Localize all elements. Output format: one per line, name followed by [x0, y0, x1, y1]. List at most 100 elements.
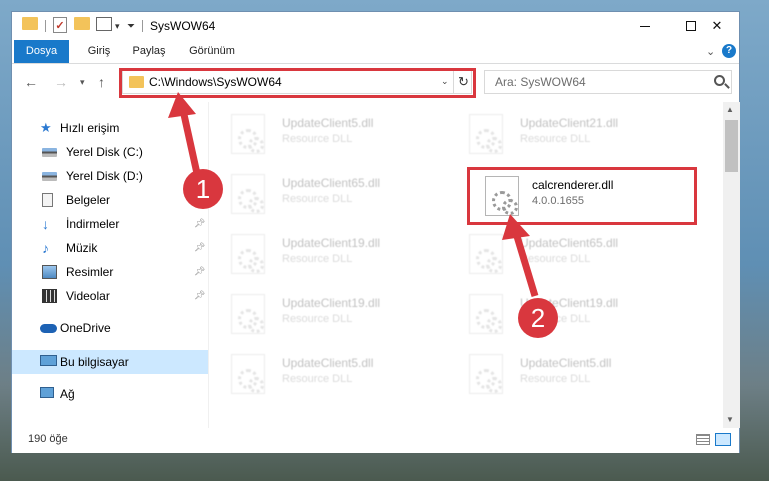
- recent-locations-icon[interactable]: ▾: [80, 77, 85, 88]
- scroll-up-icon[interactable]: ▲: [726, 105, 734, 114]
- close-button[interactable]: ✕: [694, 12, 740, 40]
- pictures-icon: [42, 265, 57, 279]
- file-item[interactable]: UpdateClient19.dll Resource DLL: [447, 288, 677, 340]
- dll-file-icon: [231, 234, 265, 274]
- nav-item-network[interactable]: Ağ: [12, 382, 208, 406]
- folder-icon: [129, 76, 144, 88]
- up-arrow-icon[interactable]: ↑: [98, 74, 105, 90]
- file-description: Resource DLL: [282, 253, 353, 265]
- pin-icon[interactable]: 📌︎: [194, 218, 205, 228]
- nav-label: Belgeler: [66, 193, 111, 207]
- file-item[interactable]: UpdateClient5.dll Resource DLL: [209, 108, 439, 160]
- close-icon: ✕: [711, 18, 723, 33]
- minimize-button[interactable]: [622, 12, 668, 40]
- step-badge-1: 1: [183, 169, 223, 209]
- minimize-icon: [640, 25, 650, 27]
- file-description: Resource DLL: [282, 313, 353, 325]
- address-history-icon[interactable]: ⌄: [441, 76, 449, 87]
- file-name: UpdateClient19.dll: [282, 296, 381, 310]
- nav-item-onedrive[interactable]: OneDrive: [12, 316, 208, 340]
- file-item[interactable]: UpdateClient19.dll Resource DLL: [209, 228, 439, 280]
- file-description: Resource DLL: [520, 133, 591, 145]
- nav-label: İndirmeler: [66, 217, 120, 231]
- nav-label: Yerel Disk (D:): [66, 169, 143, 183]
- forward-arrow-icon[interactable]: →: [54, 74, 68, 90]
- vertical-scrollbar[interactable]: ▲ ▼: [723, 102, 740, 428]
- refresh-icon[interactable]: ↻: [453, 71, 473, 93]
- details-view-icon[interactable]: [696, 434, 710, 445]
- nav-item-pictures[interactable]: Resimler 📌︎: [12, 260, 208, 284]
- nav-label: Müzik: [66, 241, 98, 255]
- nav-item-videos[interactable]: Videolar 📌︎: [12, 284, 208, 308]
- video-icon: [42, 289, 57, 303]
- nav-item-downloads[interactable]: ↓ İndirmeler 📌︎: [12, 212, 208, 236]
- nav-item-local-disk-c[interactable]: Yerel Disk (C:): [12, 140, 208, 164]
- nav-label: Videolar: [66, 289, 110, 303]
- back-arrow-icon[interactable]: ←: [24, 74, 38, 90]
- dll-file-icon: [469, 234, 503, 274]
- scrollbar-thumb[interactable]: [725, 120, 738, 172]
- new-folder-icon[interactable]: [74, 17, 90, 30]
- file-item[interactable]: UpdateClient65.dll Resource DLL: [447, 228, 677, 280]
- navigation-pane: ★ Hızlı erişim Yerel Disk (C:) Yerel Dis…: [12, 102, 208, 428]
- tab-home[interactable]: Giriş: [82, 40, 116, 63]
- file-item[interactable]: UpdateClient21.dll Resource DLL: [447, 108, 677, 160]
- file-description: Resource DLL: [282, 193, 353, 205]
- tab-file[interactable]: Dosya: [14, 40, 69, 63]
- cloud-icon: [40, 324, 57, 333]
- file-highlight-box: [467, 167, 697, 225]
- customize-toolbar-icon[interactable]: ⏷: [127, 17, 135, 35]
- dll-file-icon: [231, 354, 265, 394]
- tab-view[interactable]: Görünüm: [184, 40, 240, 63]
- title-separator: [142, 20, 143, 32]
- dll-file-icon: [469, 114, 503, 154]
- nav-label: OneDrive: [60, 321, 111, 335]
- search-icon[interactable]: [714, 75, 725, 86]
- file-description: Resource DLL: [282, 133, 353, 145]
- chevron-down-icon[interactable]: ▾: [115, 17, 120, 35]
- nav-label: Resimler: [66, 265, 114, 279]
- computer-icon: [40, 355, 57, 366]
- pin-icon[interactable]: 📌︎: [194, 266, 205, 276]
- drive-icon: [42, 172, 57, 181]
- search-input[interactable]: [485, 71, 695, 93]
- nav-item-this-pc[interactable]: Bu bilgisayar: [12, 350, 208, 374]
- properties-check-icon[interactable]: ✓: [53, 17, 67, 33]
- dll-file-icon: [231, 114, 265, 154]
- nav-label: Yerel Disk (C:): [66, 145, 143, 159]
- navigation-bar: ← → ▾ ↑ C:\Windows\SysWOW64 ⌄ ↻: [12, 65, 739, 99]
- item-count: 190 öğe: [28, 433, 68, 445]
- file-item[interactable]: UpdateClient19.dll Resource DLL: [209, 288, 439, 340]
- network-icon: [40, 387, 54, 398]
- nav-label: Hızlı erişim: [60, 121, 120, 135]
- ribbon: Dosya Giriş Paylaş Görünüm ⌄ ?: [12, 40, 739, 64]
- nav-item-music[interactable]: ♪ Müzik 📌︎: [12, 236, 208, 260]
- large-icons-view-icon[interactable]: [715, 433, 731, 446]
- file-name: UpdateClient19.dll: [282, 236, 381, 250]
- address-bar[interactable]: C:\Windows\SysWOW64 ⌄ ↻: [122, 70, 472, 94]
- pin-icon[interactable]: 📌︎: [194, 242, 205, 252]
- address-path[interactable]: C:\Windows\SysWOW64: [149, 75, 282, 89]
- nav-item-documents[interactable]: Belgeler: [12, 188, 208, 212]
- nav-label: Bu bilgisayar: [60, 355, 129, 369]
- dll-file-icon: [469, 354, 503, 394]
- music-icon: ♪: [42, 240, 49, 256]
- tab-share[interactable]: Paylaş: [128, 40, 170, 63]
- scroll-down-icon[interactable]: ▼: [726, 415, 734, 424]
- file-item[interactable]: UpdateClient65.dll Resource DLL: [209, 168, 439, 220]
- nav-item-quick-access[interactable]: ★ Hızlı erişim: [12, 116, 208, 140]
- properties-icon[interactable]: [96, 17, 112, 31]
- star-icon: ★: [40, 120, 52, 135]
- file-name: UpdateClient5.dll: [282, 356, 374, 370]
- file-name: UpdateClient21.dll: [520, 116, 619, 130]
- pin-icon[interactable]: 📌︎: [194, 290, 205, 300]
- file-item[interactable]: UpdateClient5.dll Resource DLL: [447, 348, 677, 400]
- nav-item-local-disk-d[interactable]: Yerel Disk (D:): [12, 164, 208, 188]
- status-bar: 190 öğe: [12, 428, 739, 453]
- expand-ribbon-icon[interactable]: ⌄: [706, 45, 715, 58]
- folder-icon[interactable]: [22, 17, 38, 30]
- file-item[interactable]: UpdateClient5.dll Resource DLL: [209, 348, 439, 400]
- search-box[interactable]: [484, 70, 732, 94]
- file-name: UpdateClient5.dll: [520, 356, 612, 370]
- help-icon[interactable]: ?: [722, 44, 736, 58]
